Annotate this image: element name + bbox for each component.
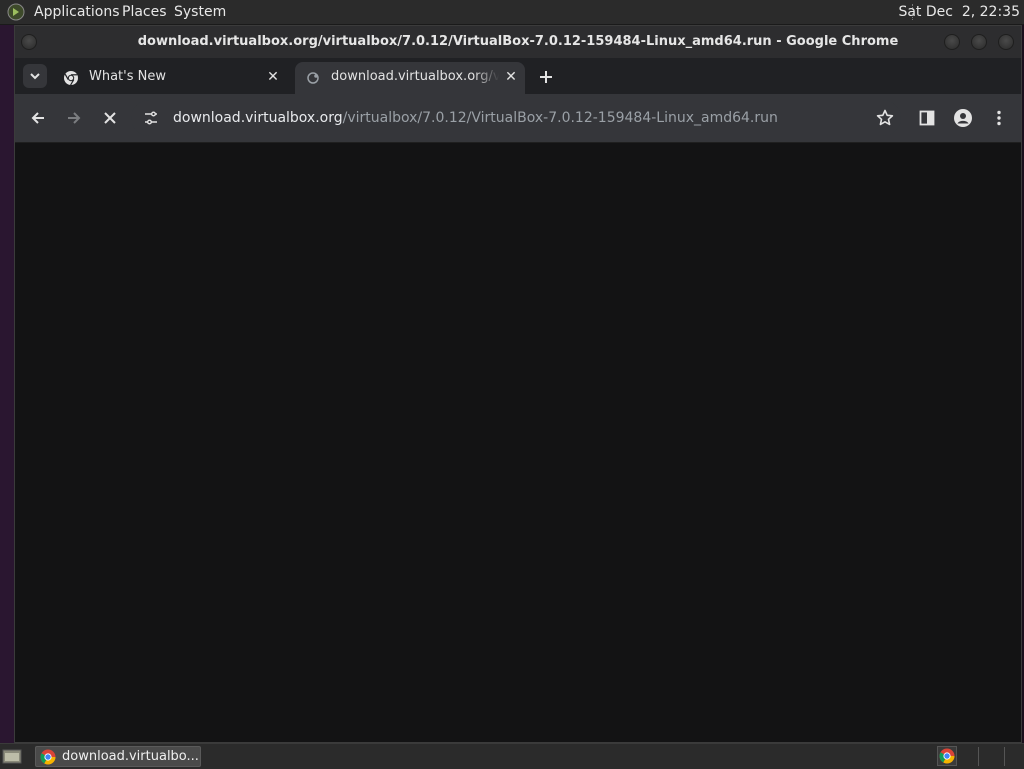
panel-separator xyxy=(1004,747,1005,766)
loading-icon xyxy=(307,72,319,84)
close-tab-icon[interactable]: ✕ xyxy=(265,69,281,85)
bookmark-star-icon[interactable] xyxy=(875,108,895,128)
url-path: /virtualbox/7.0.12/VirtualBox-7.0.12-159… xyxy=(342,110,778,126)
tab-whats-new[interactable]: What's New ✕ xyxy=(53,62,287,94)
back-arrow-icon xyxy=(31,112,44,124)
stop-loading-icon xyxy=(104,112,116,124)
page-content[interactable] xyxy=(15,143,1021,742)
new-tab-button[interactable] xyxy=(535,66,557,88)
window-title: download.virtualbox.org/virtualbox/7.0.1… xyxy=(137,34,899,49)
side-panel-icon xyxy=(919,110,935,126)
browser-toolbar: download.virtualbox.org/virtualbox/7.0.1… xyxy=(15,94,1021,143)
site-info-icon[interactable] xyxy=(143,110,159,126)
chrome-icon xyxy=(939,748,955,764)
back-button[interactable] xyxy=(26,106,50,130)
chrome-icon xyxy=(64,71,78,86)
chrome-window: download.virtualbox.org/virtualbox/7.0.1… xyxy=(14,25,1022,743)
desktop-background xyxy=(0,25,14,743)
mint-menu-icon[interactable] xyxy=(7,3,25,21)
chrome-icon xyxy=(40,749,56,765)
minimize-icon[interactable] xyxy=(944,34,960,50)
forward-arrow-icon xyxy=(68,112,81,124)
profile-icon xyxy=(954,109,972,127)
places-menu[interactable]: Places xyxy=(122,0,167,24)
address-bar[interactable]: download.virtualbox.org/virtualbox/7.0.1… xyxy=(131,100,901,136)
more-menu-button[interactable] xyxy=(987,106,1011,130)
system-menu[interactable]: System xyxy=(174,0,226,24)
taskbar-item-chrome[interactable]: download.virtualbo... xyxy=(35,746,201,767)
stop-button[interactable] xyxy=(98,106,122,130)
window-titlebar[interactable]: download.virtualbox.org/virtualbox/7.0.1… xyxy=(15,26,1021,58)
clock[interactable]: Sat Dec 2, 22:35 xyxy=(898,0,1020,24)
tab-virtualbox-download[interactable]: download.virtualbox.org/virtualbox/7.0.1… xyxy=(295,62,525,94)
tab-search-button[interactable] xyxy=(23,64,47,88)
profile-button[interactable] xyxy=(951,106,975,130)
side-panel-button[interactable] xyxy=(915,106,939,130)
forward-button[interactable] xyxy=(62,106,86,130)
tab-title: What's New xyxy=(89,69,166,84)
tray-chrome-button[interactable] xyxy=(937,746,957,766)
more-menu-icon xyxy=(997,110,1001,126)
taskbar-item-label: download.virtualbo... xyxy=(62,749,199,764)
tab-title: download.virtualbox.org/virtualbox/7.0.1… xyxy=(331,69,499,84)
chevron-down-icon xyxy=(30,73,40,80)
url-text[interactable]: download.virtualbox.org/virtualbox/7.0.1… xyxy=(173,100,778,136)
url-host: download.virtualbox.org xyxy=(173,110,343,126)
maximize-icon[interactable] xyxy=(971,34,987,50)
plus-icon xyxy=(540,71,552,83)
top-panel: Applications Places System Sat Dec 2, 22… xyxy=(0,0,1024,25)
panel-separator xyxy=(978,747,979,766)
bottom-panel: download.virtualbo... xyxy=(0,743,1024,769)
show-desktop-icon[interactable] xyxy=(2,747,22,765)
close-window-icon[interactable] xyxy=(998,34,1014,50)
applications-menu[interactable]: Applications xyxy=(34,0,120,24)
tab-strip: What's New ✕ download.virtualbox.org/vir… xyxy=(15,58,1021,94)
close-tab-icon[interactable]: ✕ xyxy=(503,69,519,85)
